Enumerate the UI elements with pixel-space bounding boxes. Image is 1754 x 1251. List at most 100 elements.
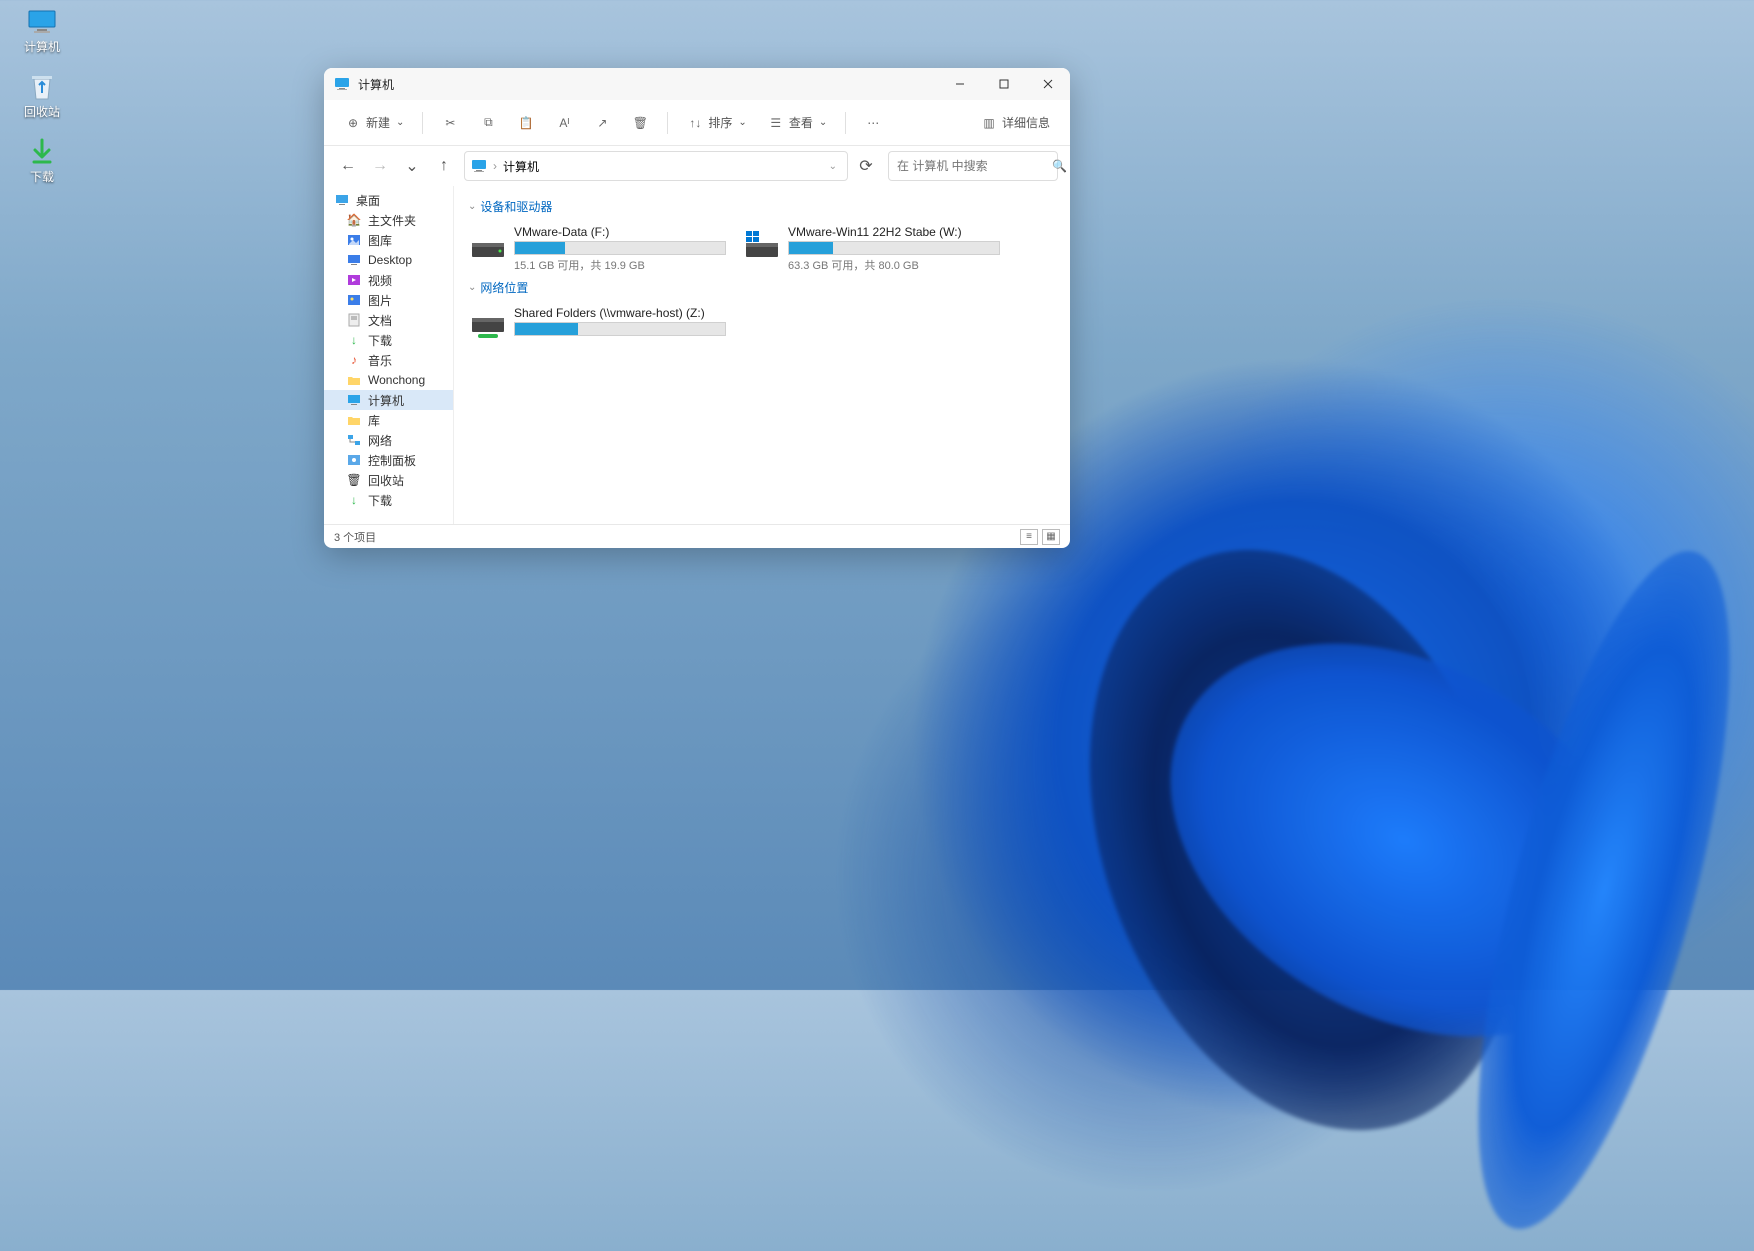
documents-icon [346,312,362,328]
crumb-current[interactable]: 计算机 [503,158,539,175]
network-icon [346,432,362,448]
desktop2-icon [346,252,362,268]
sidebar-item-label: 下载 [368,332,392,349]
drive-usage-bar [788,241,1000,255]
address-dropdown[interactable]: ⌄ [825,161,841,172]
toolbar: ⊕ 新建 ✂ ⧉ 📋 Aᴵ ↗ 🗑 ↑↓ 排序 ☰ 查看 ⋯ ▥ 详细信息 [324,100,1070,146]
home-icon: 🏠 [346,212,362,228]
sidebar-item-label: Wonchong [368,373,425,387]
status-bar: 3 个项目 ≡ ▦ [324,524,1070,548]
desktop-icons: 计算机 回收站 下载 [8,8,76,185]
drive-icon [744,227,780,263]
computer-icon [26,8,58,36]
desktop-icon-computer[interactable]: 计算机 [8,8,76,55]
new-button[interactable]: ⊕ 新建 [336,107,412,139]
computer-icon [471,159,487,173]
sort-label: 排序 [708,114,732,131]
drive-subtext: 63.3 GB 可用，共 80.0 GB [788,257,1000,273]
minimize-button[interactable] [938,68,982,100]
cut-icon: ✂ [441,114,459,132]
computer-icon [346,392,362,408]
sort-button[interactable]: ↑↓ 排序 [678,107,754,139]
computer-icon [334,77,350,91]
sidebar-item-documents[interactable]: 文档 [324,310,453,330]
close-button[interactable] [1026,68,1070,100]
sidebar-item-video[interactable]: 视频 [324,270,453,290]
plus-circle-icon: ⊕ [344,114,362,132]
share-button[interactable]: ↗ [585,107,619,139]
recycle-icon: 🗑 [346,472,362,488]
sidebar-item-gallery[interactable]: 图库 [324,230,453,250]
copy-icon: ⧉ [479,114,497,132]
desktop-icon-label: 回收站 [24,103,60,120]
view-button[interactable]: ☰ 查看 [759,107,835,139]
desktop-icon-downloads[interactable]: 下载 [8,138,76,185]
more-button[interactable]: ⋯ [856,107,890,139]
drive-icon [470,308,506,344]
sidebar-item-network[interactable]: 网络 [324,430,453,450]
sidebar-item-control[interactable]: 控制面板 [324,450,453,470]
maximize-button[interactable] [982,68,1026,100]
sidebar-item-desktop2[interactable]: Desktop [324,250,453,270]
sidebar-item-computer[interactable]: 计算机 [324,390,453,410]
forward-button[interactable]: → [368,154,392,178]
music-icon: ♪ [346,352,362,368]
sort-icon: ↑↓ [686,114,704,132]
download-icon [26,138,58,166]
refresh-button[interactable]: ⟳ [852,152,880,180]
paste-button[interactable]: 📋 [509,107,543,139]
sidebar-item-label: 网络 [368,432,392,449]
search-box[interactable]: 🔍 [888,151,1058,181]
sidebar-item-folder[interactable]: Wonchong [324,370,453,390]
back-button[interactable]: ← [336,154,360,178]
cut-button[interactable]: ✂ [433,107,467,139]
separator [667,112,668,134]
sidebar-item-home[interactable]: 🏠主文件夹 [324,210,453,230]
control-icon [346,452,362,468]
drive-item[interactable]: Shared Folders (\\vmware-host) (Z:) [468,304,728,346]
up-button[interactable]: ↑ [432,154,456,178]
desktop-icon-label: 计算机 [24,38,60,55]
folder-icon [346,372,362,388]
down-icon: ↓ [346,332,362,348]
window-title: 计算机 [358,76,938,93]
delete-button[interactable]: 🗑 [623,107,657,139]
sidebar-item-down[interactable]: ↓ 下载 [324,330,453,350]
new-label: 新建 [366,114,390,131]
address-bar[interactable]: › 计算机 ⌄ [464,151,848,181]
drive-item[interactable]: VMware-Win11 22H2 Stabe (W:) 63.3 GB 可用，共… [742,223,1002,275]
recent-dropdown[interactable]: ⌄ [400,154,424,178]
search-input[interactable] [897,159,1052,173]
sidebar-item-label: 桌面 [356,192,380,209]
sidebar-item-label: 库 [368,412,380,429]
view-label: 查看 [789,114,813,131]
chevron-down-icon: ⌄ [468,201,476,212]
sidebar-item-label: 计算机 [368,392,404,409]
sidebar-item-label: 视频 [368,272,392,289]
titlebar[interactable]: 计算机 [324,68,1070,100]
rename-button[interactable]: Aᴵ [547,107,581,139]
view-tiles-toggle[interactable]: ▦ [1042,529,1060,545]
details-pane-button[interactable]: ▥ 详细信息 [972,107,1058,139]
more-icon: ⋯ [864,114,882,132]
desktop-icon-recycle-bin[interactable]: 回收站 [8,73,76,120]
sidebar: 桌面🏠主文件夹图库Desktop 视频图片文档 ↓ 下载♪音乐 Wonchong 计算机库… [324,186,454,524]
sidebar-item-recycle[interactable]: 🗑回收站 [324,470,453,490]
desktop-icon-label: 下载 [30,168,54,185]
group-title: 网络位置 [480,279,528,296]
sidebar-item-pictures[interactable]: 图片 [324,290,453,310]
sidebar-item-library[interactable]: 库 [324,410,453,430]
drive-usage-bar [514,241,726,255]
drive-item[interactable]: VMware-Data (F:)15.1 GB 可用，共 19.9 GB [468,223,728,275]
paste-icon: 📋 [517,114,535,132]
group-header[interactable]: ⌄设备和驱动器 [468,198,1056,215]
sidebar-item-music[interactable]: ♪音乐 [324,350,453,370]
group-header[interactable]: ⌄ 网络位置 [468,279,1056,296]
copy-button[interactable]: ⧉ [471,107,505,139]
view-details-toggle[interactable]: ≡ [1020,529,1038,545]
sidebar-item-desktop[interactable]: 桌面 [324,190,453,210]
chevron-down-icon: ⌄ [468,282,476,293]
sidebar-item-down[interactable]: ↓下载 [324,490,453,510]
drive-name: VMware-Win11 22H2 Stabe (W:) [788,225,1000,239]
explorer-window: 计算机 ⊕ 新建 ✂ ⧉ 📋 Aᴵ ↗ 🗑 ↑↓ 排序 ☰ 查看 ⋯ [324,68,1070,548]
